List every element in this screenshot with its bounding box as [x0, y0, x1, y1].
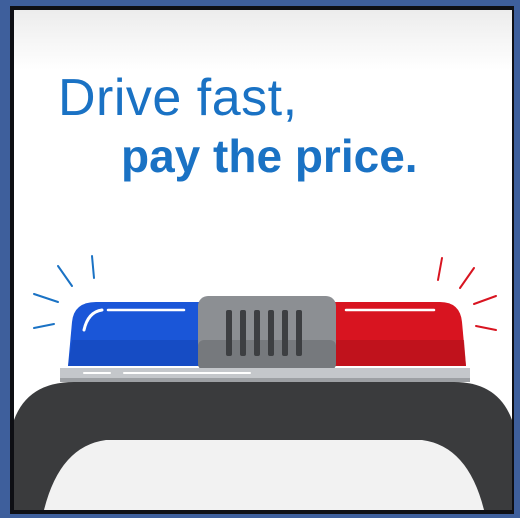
- police-siren-icon: [60, 296, 470, 382]
- police-siren-illustration: [14, 255, 512, 510]
- ad-card: Drive fast, pay the price.: [14, 10, 512, 510]
- car-roof-icon: [14, 382, 512, 510]
